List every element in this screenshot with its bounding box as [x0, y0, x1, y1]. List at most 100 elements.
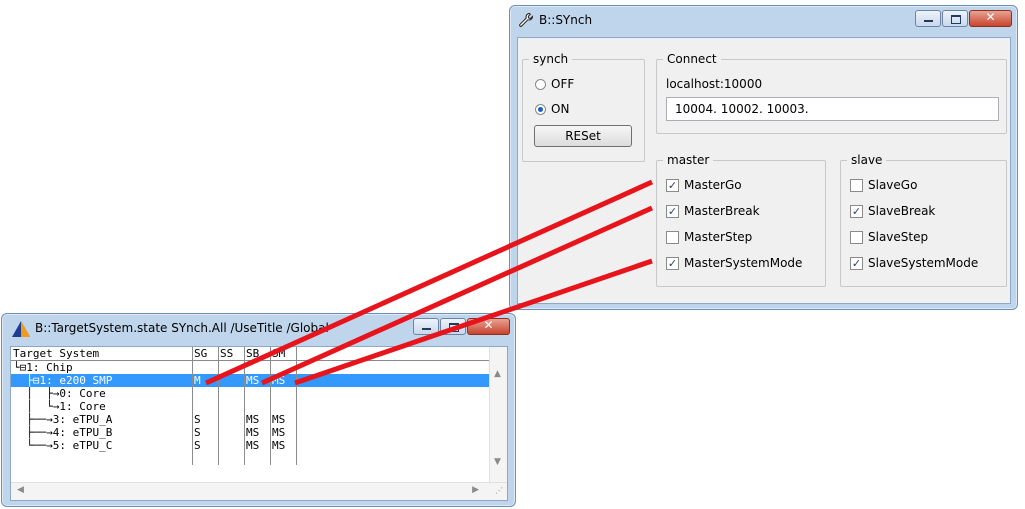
minimize-icon [924, 20, 933, 22]
slave-systemmode-label: SlaveSystemMode [868, 256, 979, 270]
master-systemmode-checkbox[interactable]: ✓ MasterSystemMode [666, 256, 802, 270]
maximize-icon [951, 15, 961, 24]
slave-systemmode-checkbox[interactable]: ✓ SlaveSystemMode [850, 256, 978, 270]
radio-off-indicator [535, 78, 546, 90]
connect-ports-input[interactable]: 10004. 10002. 10003. [666, 97, 999, 121]
close-button[interactable]: ✕ [969, 10, 1012, 27]
synch-off-label: OFF [551, 77, 575, 91]
table-row[interactable]: ├⊟1: e200 SMP M MS MS [11, 374, 491, 387]
table-row[interactable]: │ ├→0: Core [11, 387, 491, 400]
cell-sm: MS [272, 439, 286, 452]
horizontal-scrollbar[interactable]: ◀ ▶ ⋰ [11, 482, 507, 500]
checkbox-icon: ✓ [850, 256, 863, 270]
col-divider [270, 347, 271, 465]
cell-target: ├⊟1: e200 SMP [13, 374, 113, 387]
close-icon: ✕ [985, 10, 996, 24]
reset-button[interactable]: RESet [534, 125, 632, 147]
vertical-scrollbar[interactable]: ▲ ▼ [489, 347, 507, 483]
cell-sg: S [194, 439, 201, 452]
master-step-checkbox[interactable]: MasterStep [666, 230, 752, 244]
scroll-right-icon[interactable]: ▶ [472, 485, 479, 495]
cell-sm: MS [272, 426, 286, 439]
cell-sm: MS [272, 374, 286, 387]
checkbox-icon [666, 230, 679, 244]
cell-sg: S [194, 413, 201, 426]
maximize-button[interactable] [440, 318, 466, 335]
cell-sb: MS [246, 374, 260, 387]
master-step-label: MasterStep [684, 230, 753, 244]
target-client: Target System SG SS SB SM └⊟1: Chip ├⊟1:… [10, 346, 508, 501]
table-row[interactable]: ├──→3: eTPU_A S MS MS [11, 413, 491, 426]
scroll-up-icon[interactable]: ▲ [494, 369, 501, 379]
slave-go-label: SlaveGo [868, 178, 918, 192]
cell-sb: MS [246, 426, 260, 439]
checkbox-icon: ✓ [666, 204, 679, 218]
wrench-icon [518, 12, 534, 31]
window-title: B::TargetSystem.state SYnch.All /UseTitl… [35, 321, 329, 335]
cell-target: │ ├→0: Core [13, 387, 106, 400]
cell-target: └⊟1: Chip [13, 361, 73, 374]
col-header-sm[interactable]: SM [272, 347, 294, 360]
cell-sg: M [194, 374, 201, 387]
cell-target: │ └→1: Core [13, 400, 106, 413]
trace32-triangle-icon [12, 321, 30, 340]
master-break-checkbox[interactable]: ✓ MasterBreak [666, 204, 760, 218]
maximize-button[interactable] [942, 10, 968, 27]
table-row[interactable]: ├──→4: eTPU_B S MS MS [11, 426, 491, 439]
slave-step-label: SlaveStep [868, 230, 929, 244]
minimize-button[interactable] [413, 318, 439, 335]
col-divider [244, 347, 245, 465]
master-legend: master [667, 153, 710, 167]
master-break-label: MasterBreak [684, 204, 760, 218]
connect-legend: Connect [667, 52, 717, 66]
cell-target: ├──→3: eTPU_A [13, 413, 113, 426]
grid-header: Target System SG SS SB SM [11, 347, 491, 361]
col-header-target[interactable]: Target System [13, 347, 191, 360]
checkbox-icon: ✓ [850, 204, 863, 218]
col-divider [218, 347, 219, 465]
minimize-button[interactable] [915, 10, 941, 27]
cell-sb: MS [246, 439, 260, 452]
cell-target: ├──→4: eTPU_B [13, 426, 113, 439]
scroll-down-icon[interactable]: ▼ [494, 457, 501, 467]
col-header-ss[interactable]: SS [220, 347, 242, 360]
table-row[interactable]: │ └→1: Core [11, 400, 491, 413]
col-header-sg[interactable]: SG [194, 347, 216, 360]
resize-grip-icon[interactable]: ⋰ [495, 486, 503, 495]
checkbox-icon: ✓ [666, 256, 679, 270]
cell-target: └──→5: eTPU_C [13, 439, 113, 452]
synch-titlebar[interactable]: B::SYnch ✕ [510, 6, 1017, 36]
synch-on-radio[interactable]: ON [535, 102, 569, 116]
minimize-icon [422, 328, 431, 330]
scroll-left-icon[interactable]: ◀ [17, 485, 24, 495]
radio-on-indicator [535, 103, 546, 115]
checkbox-icon [850, 178, 863, 192]
close-button[interactable]: ✕ [467, 318, 510, 335]
table-row[interactable]: └⊟1: Chip [11, 361, 491, 374]
target-titlebar[interactable]: B::TargetSystem.state SYnch.All /UseTitl… [2, 314, 515, 344]
slave-break-label: SlaveBreak [868, 204, 936, 218]
slave-legend: slave [851, 153, 883, 167]
col-divider [296, 347, 297, 465]
synch-off-radio[interactable]: OFF [535, 77, 574, 91]
synch-window: B::SYnch ✕ synch OFF ON RESet Connect lo… [509, 5, 1018, 310]
master-go-checkbox[interactable]: ✓ MasterGo [666, 178, 742, 192]
checkbox-icon [850, 230, 863, 244]
synch-client: synch OFF ON RESet Connect localhost:100… [517, 37, 1011, 304]
slave-step-checkbox[interactable]: SlaveStep [850, 230, 928, 244]
col-header-sb[interactable]: SB [246, 347, 268, 360]
master-systemmode-label: MasterSystemMode [684, 256, 803, 270]
cell-sm: MS [272, 413, 286, 426]
window-title: B::SYnch [539, 13, 593, 27]
close-icon: ✕ [483, 318, 494, 332]
cell-sg: S [194, 426, 201, 439]
synch-legend: synch [533, 52, 569, 66]
checkbox-icon: ✓ [666, 178, 679, 192]
slave-go-checkbox[interactable]: SlaveGo [850, 178, 917, 192]
cell-sb: MS [246, 413, 260, 426]
maximize-icon [449, 323, 459, 332]
connect-host: localhost:10000 [666, 77, 763, 91]
slave-break-checkbox[interactable]: ✓ SlaveBreak [850, 204, 935, 218]
target-system-window: B::TargetSystem.state SYnch.All /UseTitl… [1, 313, 516, 507]
table-row[interactable]: └──→5: eTPU_C S MS MS [11, 439, 491, 452]
